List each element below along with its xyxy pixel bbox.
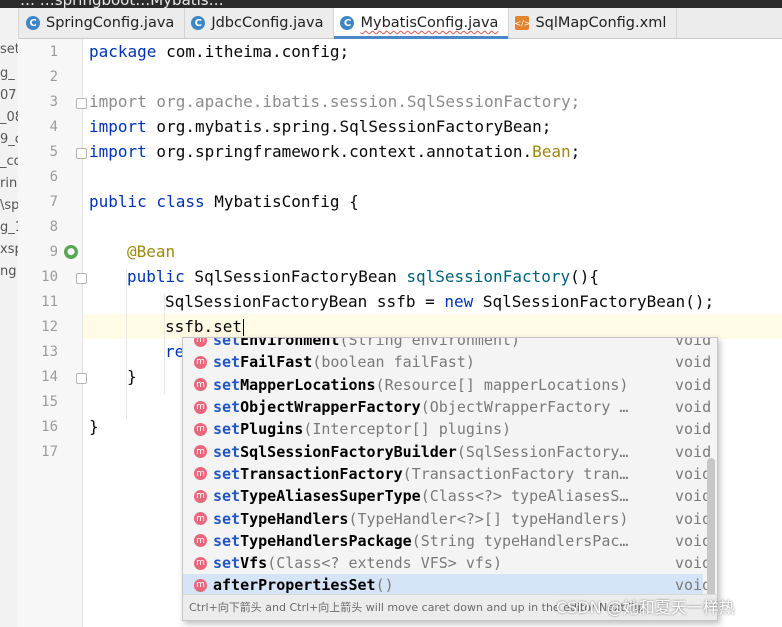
fold-marker-icon[interactable]	[76, 273, 87, 284]
line-number: 4	[49, 119, 58, 135]
method-icon: m	[194, 489, 207, 503]
tree-fragment: 9_c	[0, 132, 18, 147]
tree-fragment: ng	[0, 264, 17, 279]
line-number: 8	[49, 219, 58, 235]
code-line-14: }	[127, 367, 137, 386]
watermark: CSDN @她和夏天一样热	[556, 598, 735, 617]
text-caret	[243, 319, 245, 336]
completion-item[interactable]: m setObjectWrapperFactory (ObjectWrapperFa…	[183, 396, 711, 418]
current-line-highlight	[18, 314, 782, 339]
code-line-11: SqlSessionFactoryBean ssfb = new SqlSess…	[165, 292, 715, 311]
editor-tab-bar: C SpringConfig.java C JdbcConfig.java C …	[0, 8, 782, 39]
method-icon: m	[194, 467, 207, 481]
method-icon: m	[194, 578, 207, 592]
completion-item[interactable]: m setEnvironment (String environment) void	[183, 338, 711, 351]
tree-fragment: _08	[0, 110, 18, 125]
tree-fragment: \sp	[0, 198, 19, 213]
tree-fragment: set	[0, 42, 19, 57]
method-icon: m	[194, 445, 207, 459]
tree-fragment: 07	[0, 88, 17, 103]
line-number: 10	[41, 269, 58, 285]
fold-marker-icon[interactable]	[76, 148, 87, 159]
completion-list[interactable]: m setEnvironment (String environment) void …	[183, 338, 711, 597]
code-completion-popup[interactable]: m setEnvironment (String environment) void …	[182, 337, 718, 621]
completion-scrollbar[interactable]	[707, 458, 715, 608]
completion-item[interactable]: m setMapperLocations (Resource[] mapperLoc…	[183, 374, 711, 396]
code-line-4: import org.mybatis.spring.SqlSessionFact…	[89, 117, 552, 136]
tab-label: MybatisConfig.java	[360, 15, 499, 31]
line-number: 17	[41, 444, 58, 460]
completion-item[interactable]: m setTypeAliasesSuperType (Class<?> typeAl…	[183, 485, 711, 507]
tree-fragment: rin	[0, 176, 18, 191]
line-number: 16	[41, 419, 58, 435]
line-number: 2	[49, 69, 58, 85]
window-title-strip: … …springboot…Mybatis…	[0, 0, 782, 8]
line-number: 12	[41, 319, 58, 335]
code-line-12: ssfb.set	[165, 317, 245, 336]
method-icon: m	[194, 556, 207, 570]
code-line-1: package com.itheima.config;	[89, 42, 350, 61]
line-number: 1	[49, 44, 58, 60]
completion-item[interactable]: m setVfs (Class<? extends VFS> vfs) void	[183, 552, 711, 574]
tree-fragment: xsp	[0, 242, 18, 257]
line-number: 5	[49, 144, 58, 160]
code-line-9: @Bean	[127, 242, 176, 261]
completion-item[interactable]: m setPlugins (Interceptor[] plugins) void	[183, 418, 711, 440]
completion-item[interactable]: m setTransactionFactory (TransactionFactor…	[183, 463, 711, 485]
code-line-16: }	[89, 417, 99, 436]
line-number: 14	[41, 369, 58, 385]
line-number: 7	[49, 194, 58, 210]
completion-item[interactable]: m setSqlSessionFactoryBuilder (SqlSessionF…	[183, 440, 711, 462]
line-number: 11	[41, 294, 58, 310]
line-number: 15	[41, 394, 58, 410]
line-number-gutter[interactable]: 1 2 3 4 5 6 7 8 9 10 11 12 13 14 15 16 1…	[18, 39, 87, 627]
code-line-7: public class MybatisConfig {	[89, 192, 359, 211]
completion-item[interactable]: m setTypeHandlersPackage (String typeHandl…	[183, 530, 711, 552]
tab-label: JdbcConfig.java	[211, 15, 324, 31]
class-icon: C	[26, 16, 40, 30]
code-line-10: public SqlSessionFactoryBean sqlSessionF…	[127, 267, 600, 286]
method-icon: m	[194, 338, 207, 347]
tab-label: SpringConfig.java	[46, 15, 175, 31]
tree-fragment: _co	[0, 154, 18, 169]
tab-label: SqlMapConfig.xml	[535, 15, 667, 31]
code-line-5: import org.springframework.context.annot…	[89, 142, 581, 161]
fold-marker-icon[interactable]	[76, 373, 87, 384]
spring-bean-icon[interactable]: ●	[64, 245, 78, 259]
fold-marker-icon[interactable]	[76, 98, 87, 109]
method-icon: m	[194, 534, 207, 548]
tab-springconfig[interactable]: C SpringConfig.java	[20, 8, 186, 38]
method-icon: m	[194, 355, 207, 369]
project-tree-panel[interactable]: set g_ 07 _08 9_c _co rin \sp g_1 xsp ng	[0, 8, 19, 627]
method-icon: m	[194, 400, 207, 414]
completion-item[interactable]: m setFailFast (boolean failFast) void	[183, 351, 711, 373]
code-line-3: import org.apache.ibatis.session.SqlSess…	[89, 92, 581, 111]
tree-fragment: g_	[0, 66, 15, 81]
class-icon: C	[340, 16, 355, 30]
indent-guide	[126, 269, 127, 419]
tree-fragment: g_1	[0, 220, 18, 235]
method-icon: m	[194, 512, 207, 526]
line-number: 9	[49, 244, 58, 260]
tab-sqlmapconfig[interactable]: </> SqlMapConfig.xml	[509, 8, 678, 38]
xml-file-icon: </>	[514, 16, 531, 30]
completion-item[interactable]: m setTypeHandlers (TypeHandler<?>[] typeHa…	[183, 507, 711, 529]
window-title: … …springboot…Mybatis…	[20, 0, 224, 8]
line-number: 6	[49, 169, 58, 185]
tab-jdbcconfig[interactable]: C JdbcConfig.java	[185, 8, 335, 38]
method-icon: m	[194, 378, 207, 392]
class-icon: C	[191, 16, 206, 30]
tab-mybatisconfig[interactable]: C MybatisConfig.java	[334, 8, 510, 39]
method-icon: m	[194, 422, 207, 436]
line-number: 3	[49, 94, 58, 110]
line-number: 13	[41, 344, 58, 360]
